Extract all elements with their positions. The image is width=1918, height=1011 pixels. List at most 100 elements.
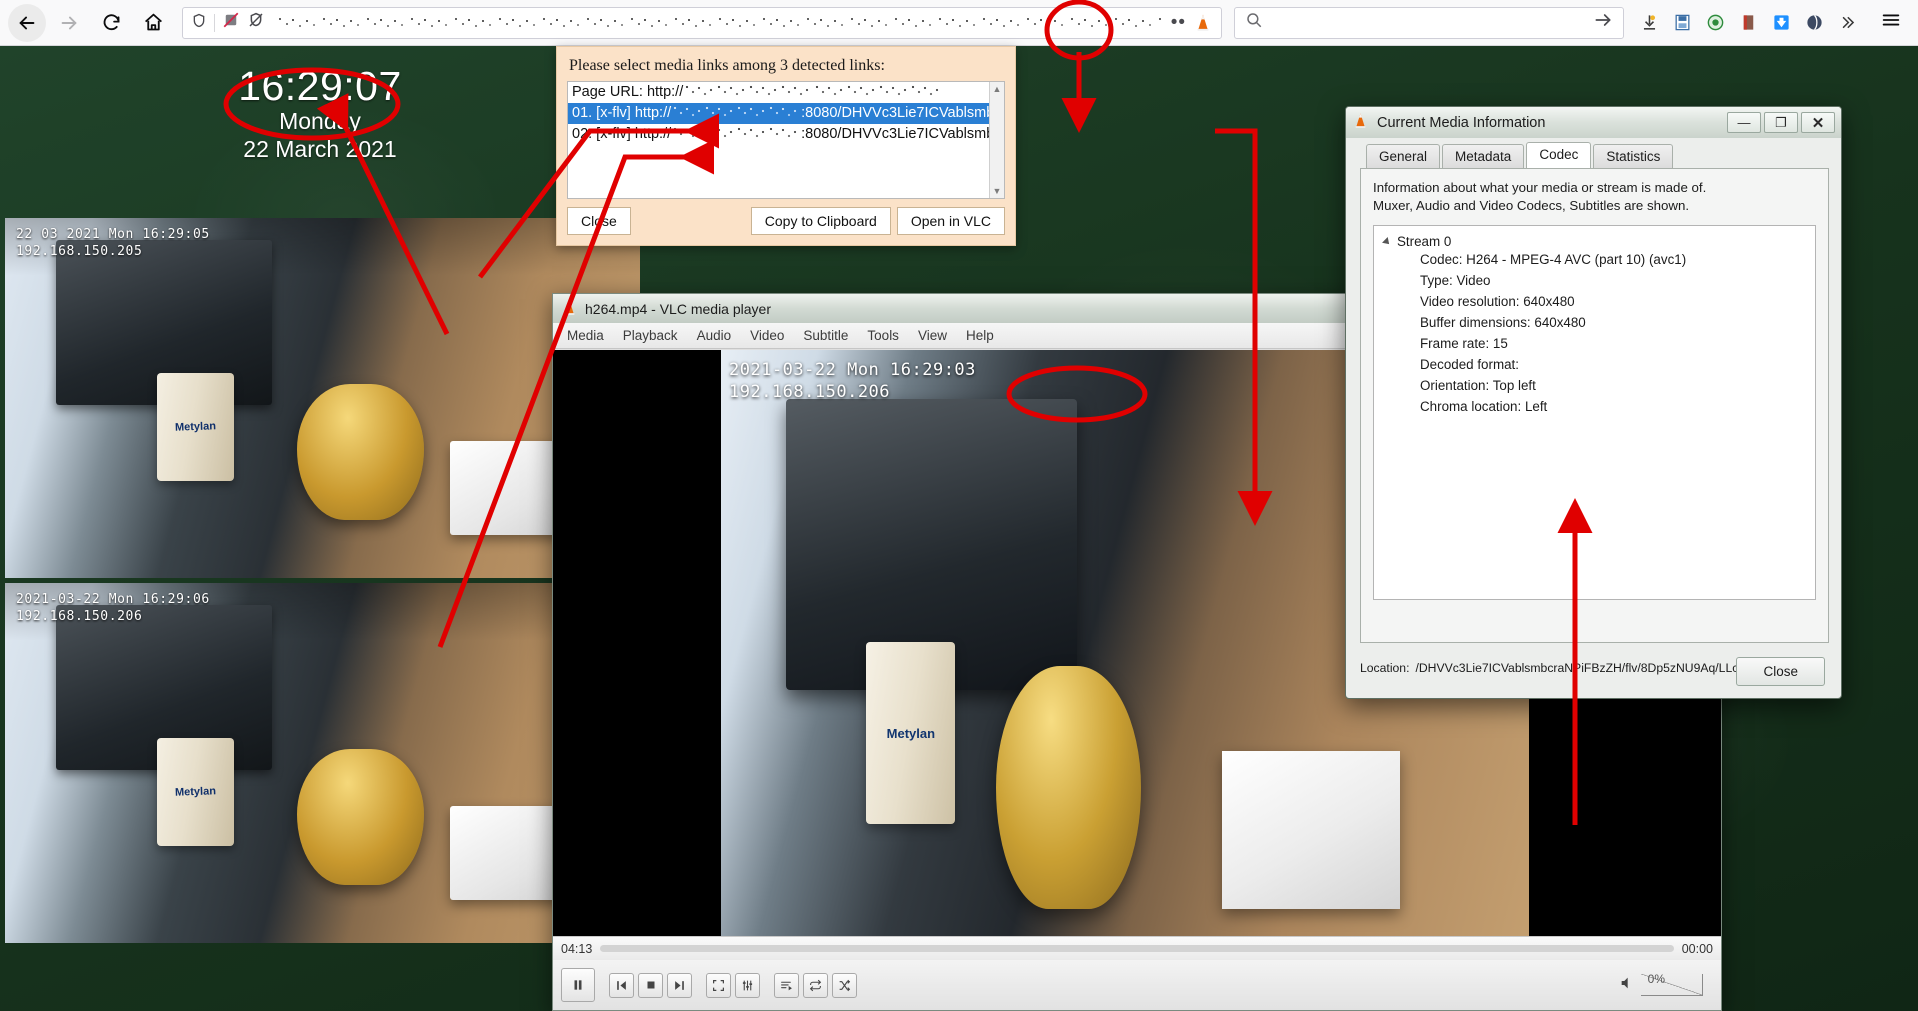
tab-metadata[interactable]: Metadata <box>1442 144 1525 168</box>
shield-icon <box>191 12 207 34</box>
vlc-cone-icon <box>1352 112 1369 133</box>
vlc-cone-icon[interactable] <box>1193 13 1213 32</box>
volume-percent-label: 0% <box>1647 972 1665 986</box>
scroll-up-arrow-icon[interactable]: ▲ <box>993 82 1002 96</box>
home-button[interactable] <box>134 4 172 42</box>
search-go-icon[interactable] <box>1593 10 1613 35</box>
extended-settings-button[interactable] <box>735 972 760 998</box>
camera-tile-206[interactable]: Metylan 2021-03-22 Mon 16:29:06 192.168.… <box>5 583 640 943</box>
list-scrollbar[interactable]: ▲ ▼ <box>989 82 1004 198</box>
clock-time: 16:29:07 <box>238 63 402 109</box>
link-suffix: :8080/DHVVc3Lie7ICVablsmbcraNP <box>801 126 1004 142</box>
stream-label: Stream 0 <box>1397 234 1452 249</box>
forward-button[interactable] <box>50 4 88 42</box>
media-info-close-button[interactable]: Close <box>1736 657 1825 686</box>
tab-general[interactable]: General <box>1366 144 1441 168</box>
stop-button[interactable] <box>638 972 663 998</box>
clock-date: 22 March 2021 <box>243 136 397 162</box>
video-osd-line-1: 2021-03-22 Mon 16:29:03 <box>729 360 976 380</box>
osd-line-2: 192.168.150.206 <box>16 609 143 624</box>
save-page-icon[interactable] <box>1671 12 1693 34</box>
search-bar[interactable] <box>1234 6 1624 39</box>
hamburger-menu-icon[interactable] <box>1872 9 1910 37</box>
previous-button[interactable] <box>609 972 634 998</box>
dialog-title: Please select media links among 3 detect… <box>569 57 885 74</box>
menu-item-tools[interactable]: Tools <box>867 328 899 343</box>
back-button[interactable] <box>8 3 46 42</box>
download-arrow-icon[interactable] <box>1638 12 1660 34</box>
redacted-host <box>684 85 813 97</box>
browser-extension-icons <box>1628 12 1868 34</box>
camera-tile-205[interactable]: Metylan 22 03 2021 Mon 16:29:05 192.168.… <box>5 218 640 578</box>
loop-button[interactable] <box>803 972 828 998</box>
tab-codec[interactable]: Codec <box>1526 142 1592 168</box>
link-list[interactable]: Page URL: http:// 01. [x-flv] http:// :80… <box>567 81 1005 199</box>
playlist-button[interactable] <box>774 972 799 998</box>
list-item-link-01[interactable]: 01. [x-flv] http:// :8080/DHVVc3Lie7ICVab… <box>568 103 1004 124</box>
list-item-page-url[interactable]: Page URL: http:// <box>568 82 1004 103</box>
dialog-button-row: Close Copy to Clipboard Open in VLC <box>557 207 1015 235</box>
codec-description-line-2: Muxer, Audio and Video Codecs, Subtitles… <box>1373 198 1690 213</box>
redacted-host <box>814 85 943 97</box>
search-icon <box>1245 11 1263 34</box>
codec-property-chroma: Chroma location: Left <box>1420 399 1548 414</box>
shuffle-button[interactable] <box>832 972 857 998</box>
close-icon[interactable]: ✕ <box>1801 112 1835 133</box>
osd-line-1: 22 03 2021 Mon 16:29:05 <box>16 227 210 242</box>
url-text-redacted[interactable] <box>276 15 1164 30</box>
blue-download-icon[interactable] <box>1770 12 1792 34</box>
list-item-link-02[interactable]: 02. [x-flv] http://:8080/DHVVc3Lie7ICVab… <box>568 124 1004 145</box>
volume-icon[interactable] <box>1619 975 1635 996</box>
maximize-icon[interactable]: ❐ <box>1764 112 1798 133</box>
address-divider <box>214 13 215 32</box>
minimize-icon[interactable]: — <box>1727 112 1761 133</box>
scroll-down-arrow-icon[interactable]: ▼ <box>993 184 1002 198</box>
volume-control[interactable]: 0% <box>1619 972 1713 996</box>
camera-can-object: Metylan <box>157 737 234 846</box>
link-prefix: 01. [x-flv] http:// <box>572 105 672 121</box>
fullscreen-button[interactable] <box>706 972 731 998</box>
seek-slider[interactable] <box>600 945 1674 952</box>
copy-to-clipboard-button[interactable]: Copy to Clipboard <box>750 207 891 235</box>
dark-globe-icon[interactable] <box>1803 12 1825 34</box>
total-time: 00:00 <box>1681 941 1713 956</box>
overflow-dots-icon[interactable]: •• <box>1171 13 1186 32</box>
video-cat-figurine <box>995 666 1142 910</box>
media-info-title: Current Media Information <box>1377 114 1546 131</box>
address-bar[interactable]: •• <box>182 6 1222 39</box>
tab-statistics[interactable]: Statistics <box>1593 144 1674 168</box>
vlc-seek-row: 04:13 00:00 <box>553 936 1721 960</box>
window-controls: — ❐ ✕ <box>1727 112 1835 133</box>
menu-item-help[interactable]: Help <box>966 328 994 343</box>
menu-item-view[interactable]: View <box>918 328 947 343</box>
menu-item-media[interactable]: Media <box>567 328 604 343</box>
clock-weekday: Monday <box>279 108 361 134</box>
link-suffix: :8080/DHVVc3Lie7ICVablsmbcraNP <box>801 105 1004 121</box>
close-button[interactable]: Close <box>567 207 631 235</box>
open-in-vlc-button[interactable]: Open in VLC <box>896 207 1005 235</box>
chevron-double-right-icon[interactable] <box>1836 12 1858 34</box>
screen-root: •• 16:29:07 Monday 22 March 2021 Metylan… <box>0 0 1918 1011</box>
tracking-blocked-icon[interactable] <box>222 11 240 34</box>
menu-item-playback[interactable]: Playback <box>623 328 678 343</box>
next-button[interactable] <box>667 972 692 998</box>
codec-property-decoded-format: Decoded format: <box>1420 357 1519 372</box>
transport-buttons <box>609 972 692 998</box>
media-info-title-bar[interactable]: Current Media Information — ❐ ✕ <box>1346 107 1841 138</box>
green-shield-icon[interactable] <box>1704 12 1726 34</box>
browser-toolbar: •• <box>0 0 1918 46</box>
menu-item-audio[interactable]: Audio <box>697 328 732 343</box>
pause-button[interactable] <box>561 968 595 1002</box>
menu-item-video[interactable]: Video <box>750 328 784 343</box>
protection-icon[interactable] <box>247 11 265 34</box>
desktop-clock: 16:29:07 Monday 22 March 2021 <box>0 46 640 217</box>
can-label: Metylan <box>174 420 217 434</box>
video-osd-overlay: 2021-03-22 Mon 16:29:03 192.168.150.206 <box>729 359 976 403</box>
menu-item-subtitle[interactable]: Subtitle <box>803 328 848 343</box>
codec-tree[interactable]: Stream 0 Codec: H264 - MPEG-4 AVC (part … <box>1373 225 1816 600</box>
vlc-control-bar: 0% <box>553 960 1721 1010</box>
stream-root-node[interactable]: Stream 0 <box>1382 234 1805 249</box>
bookmark-icon[interactable] <box>1737 12 1759 34</box>
expand-triangle-icon[interactable] <box>1382 236 1392 247</box>
reload-button[interactable] <box>92 4 130 42</box>
